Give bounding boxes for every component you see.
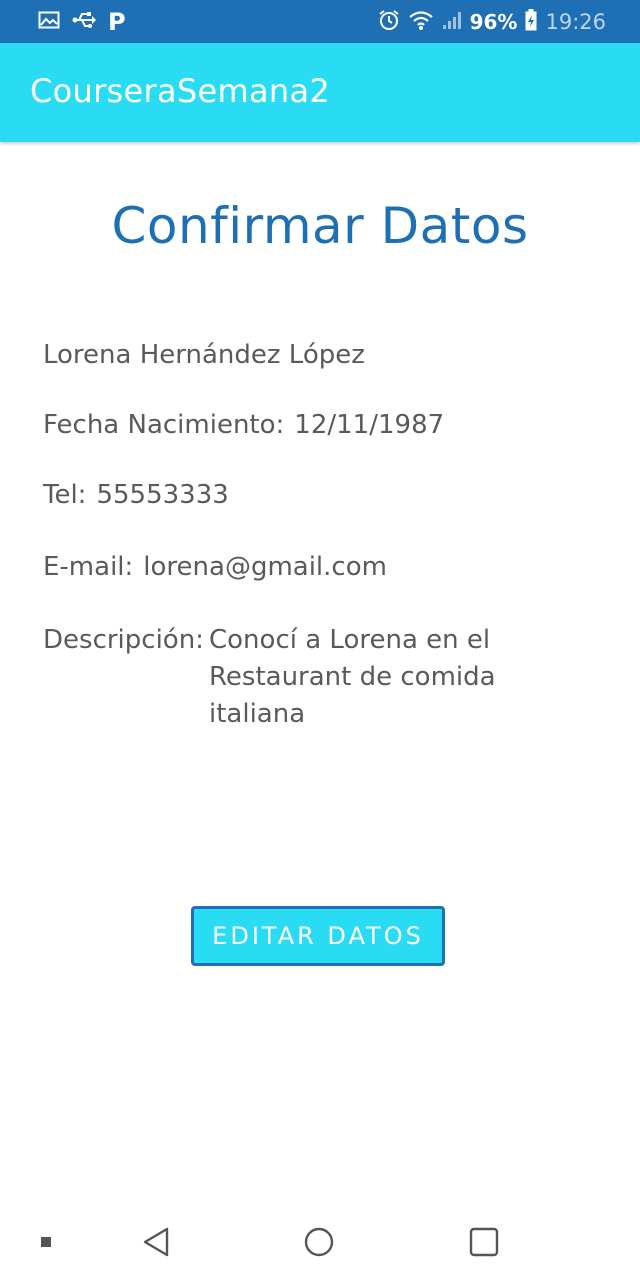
description-row: Descripción: Conocí a Lorena en el Resta…: [43, 622, 599, 733]
signal-icon: [442, 10, 462, 35]
status-right-icons: 96% 19:26: [378, 8, 606, 36]
navigation-bar: [0, 1200, 640, 1280]
description-value: Conocí a Lorena en el Restaurant de comi…: [209, 625, 496, 729]
image-icon: [38, 10, 60, 34]
edit-data-button[interactable]: EDITAR DATOS: [191, 906, 445, 966]
birth-date-value: 12/11/1987: [294, 410, 445, 440]
wifi-icon: [408, 9, 434, 36]
birth-date-label: Fecha Nacimiento:: [43, 410, 285, 440]
contact-name: Lorena Hernández López: [43, 340, 365, 370]
birth-date-row: Fecha Nacimiento: 12/11/1987: [43, 410, 444, 440]
back-icon[interactable]: [136, 1222, 176, 1262]
usb-icon: [72, 10, 96, 34]
page-title: Confirmar Datos: [111, 197, 529, 255]
email-value: lorena@gmail.com: [143, 552, 387, 582]
email-label: E-mail:: [43, 552, 134, 582]
status-left-icons: P: [38, 8, 126, 36]
overview-icon[interactable]: [464, 1222, 504, 1262]
description-label: Descripción:: [43, 625, 204, 655]
status-bar: P 96% 19:26: [0, 0, 640, 43]
status-time: 19:26: [545, 10, 606, 34]
app-bar: CourseraSemana2: [0, 43, 640, 142]
app-title: CourseraSemana2: [30, 72, 331, 110]
email-row: E-mail: lorena@gmail.com: [43, 552, 387, 582]
alarm-icon: [378, 9, 400, 36]
battery-percent: 96%: [469, 10, 518, 34]
phone-label: Tel:: [43, 480, 87, 510]
screen: P 96% 19:26 CourseraSemana2 Confirmar Da…: [0, 0, 640, 1280]
phone-value: 55553333: [96, 480, 229, 510]
p-icon: P: [108, 8, 126, 36]
battery-icon: [525, 8, 537, 36]
home-icon[interactable]: [299, 1222, 339, 1262]
phone-row: Tel: 55553333: [43, 480, 229, 510]
recent-apps-dot-icon[interactable]: [26, 1222, 66, 1262]
